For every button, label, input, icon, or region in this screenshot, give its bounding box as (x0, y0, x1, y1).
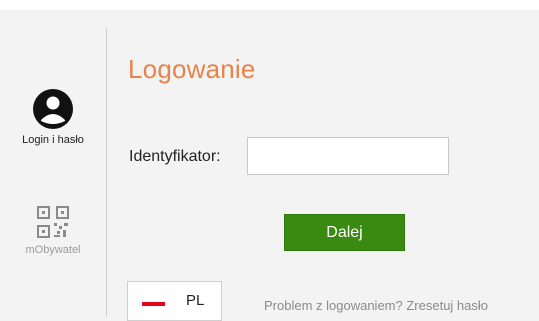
login-method-password[interactable]: Login i hasło (0, 88, 106, 146)
top-strip (0, 0, 539, 10)
login-method-mobywatel[interactable]: mObywatel (0, 205, 106, 256)
identifier-input[interactable] (247, 137, 449, 175)
poland-flag-icon (142, 302, 165, 306)
identifier-label: Identyfikator: (129, 148, 221, 165)
login-method-mobywatel-label: mObywatel (25, 244, 81, 256)
language-code: PL (186, 292, 205, 309)
page-title: Logowanie (128, 54, 256, 84)
next-button[interactable]: Dalej (284, 214, 405, 251)
sidebar-divider (106, 28, 107, 317)
qr-code-icon (37, 206, 69, 238)
login-method-password-label: Login i hasło (22, 134, 84, 146)
login-method-sidebar: Login i hasło mObywatel (0, 10, 106, 317)
language-selector[interactable]: PL (127, 281, 222, 321)
user-circle-icon (33, 89, 73, 129)
reset-password-link[interactable]: Problem z logowaniem? Zresetuj hasło (264, 298, 488, 313)
